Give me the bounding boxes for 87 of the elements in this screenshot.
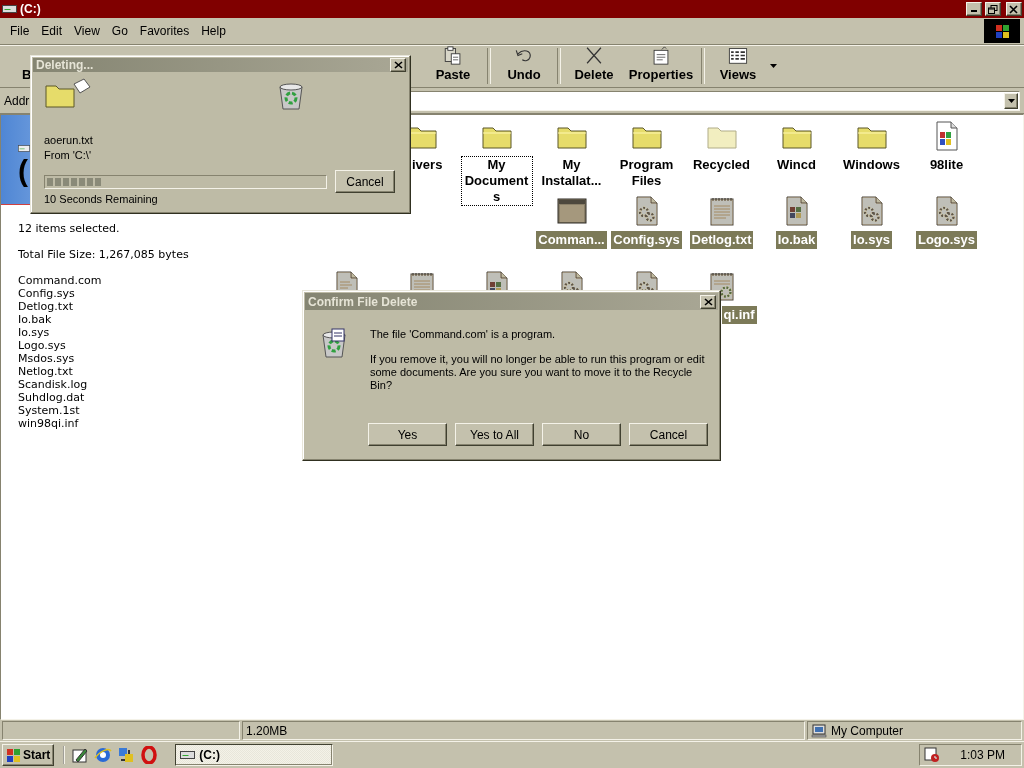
file-name: Msdos.sys	[17, 352, 76, 365]
file-name: Scandisk.log	[17, 378, 89, 391]
file-name: win98qi.inf	[17, 417, 80, 430]
restore-button[interactable]	[985, 2, 1001, 16]
close-icon	[1009, 4, 1019, 14]
start-button[interactable]: Start	[2, 744, 55, 766]
close-button[interactable]	[1006, 2, 1022, 16]
dialog-button[interactable]: No	[542, 423, 621, 446]
toolbar-button[interactable]: Views	[708, 46, 768, 86]
file-label[interactable]: Program Files	[610, 156, 683, 190]
dialog-title: Confirm File Delete	[308, 294, 419, 309]
drive-icon	[18, 145, 30, 152]
dialog-message: If you remove it, you will no longer be able to run this program or edit some documents. Are you sure you want to move it to the Recycle Bin?	[370, 353, 706, 392]
menu-item[interactable]: Help	[195, 22, 232, 40]
computer-icon	[811, 723, 827, 738]
file-label[interactable]: ivers	[410, 156, 445, 174]
flag-icon	[6, 747, 21, 763]
dialog-message: The file 'Command.com' is a program.	[370, 328, 557, 341]
menu-item[interactable]: View	[68, 22, 106, 40]
clock: 1:03 PM	[960, 748, 1005, 762]
flag-icon	[994, 23, 1010, 39]
close-icon	[703, 297, 713, 306]
window-icon[interactable]	[555, 195, 588, 227]
recycle-bin-icon	[276, 80, 306, 112]
file-label[interactable]: Wincd	[775, 156, 818, 174]
file-label[interactable]: Io.sys	[851, 231, 892, 249]
file-name: Io.sys	[17, 326, 51, 339]
status-text: My Computer	[831, 723, 904, 738]
window-title: (C:)	[20, 2, 42, 16]
taskbar-button[interactable]: (C:)	[175, 744, 334, 766]
dialog-title: Deleting...	[36, 58, 95, 72]
calendar-icon[interactable]	[924, 747, 941, 763]
ring-icon[interactable]	[140, 746, 159, 764]
grid-icon	[726, 46, 750, 65]
file-name: Config.sys	[17, 287, 76, 300]
minimize-icon	[971, 10, 977, 12]
drive-icon	[180, 751, 196, 759]
file-label[interactable]: Detlog.txt	[689, 231, 754, 249]
toolbar-button[interactable]: Properties	[624, 46, 698, 86]
file-name: aoerun.txt	[44, 134, 94, 146]
dropdown-arrow-icon[interactable]	[1007, 98, 1015, 103]
status-text: 1.20MB	[246, 723, 288, 738]
menu-item[interactable]: Go	[105, 22, 134, 40]
file-label[interactable]: Config.sys	[611, 231, 682, 249]
menu-item[interactable]: File	[4, 22, 36, 40]
globe-icon[interactable]	[94, 746, 113, 764]
close-button[interactable]	[700, 294, 716, 309]
dialog-button[interactable]: Yes to All	[455, 423, 534, 446]
address-label: Addr	[4, 93, 30, 108]
file-label[interactable]: Logo.sys	[915, 231, 978, 249]
file-label[interactable]: qi.inf	[721, 306, 757, 324]
folder-icon	[44, 78, 92, 110]
pencil-icon[interactable]	[71, 746, 90, 764]
file-label[interactable]: Comman...	[536, 231, 607, 249]
file-label[interactable]: Windows	[841, 156, 902, 174]
file-name: Logo.sys	[17, 339, 67, 352]
arrows-icon[interactable]	[117, 746, 136, 764]
menu-item[interactable]: Favorites	[133, 22, 196, 40]
dropdown-arrow-icon[interactable]	[770, 64, 777, 68]
close-icon	[393, 61, 403, 69]
file-name: System.1st	[17, 404, 81, 417]
close-button[interactable]	[390, 58, 406, 72]
file-name: Suhdlog.dat	[17, 391, 86, 404]
file-label[interactable]: My Documents	[460, 156, 533, 206]
cancel-button[interactable]: Cancel	[335, 170, 395, 193]
toolbar-button[interactable]: Delete	[564, 46, 624, 86]
source-path: From 'C:\'	[44, 149, 92, 161]
minimize-button[interactable]	[966, 2, 982, 16]
file-label[interactable]: Io.bak	[775, 231, 818, 249]
menu-item[interactable]: Edit	[35, 22, 69, 40]
dialog-button[interactable]: Yes	[368, 423, 447, 446]
dialog-button[interactable]: Cancel	[629, 423, 708, 446]
file-name: Io.bak	[17, 313, 53, 326]
toolbar-button[interactable]: Paste	[422, 46, 484, 86]
drive-heading: (	[18, 156, 28, 186]
file-size-text: Total File Size: 1,267,085 bytes	[17, 248, 190, 261]
file-label[interactable]: Recycled	[690, 156, 753, 174]
file-name: Command.com	[17, 274, 103, 287]
drive-icon	[2, 5, 17, 13]
selection-summary: 12 items selected.	[17, 222, 121, 235]
file-name: Netlog.txt	[17, 365, 74, 378]
file-label[interactable]: My Installat...	[535, 156, 608, 190]
toolbar-button[interactable]: Undo	[494, 46, 554, 86]
file-name: Detlog.txt	[17, 300, 74, 313]
time-remaining: 10 Seconds Remaining	[44, 193, 159, 205]
restore-icon	[988, 4, 998, 14]
file-label[interactable]: 98lite	[927, 156, 966, 174]
